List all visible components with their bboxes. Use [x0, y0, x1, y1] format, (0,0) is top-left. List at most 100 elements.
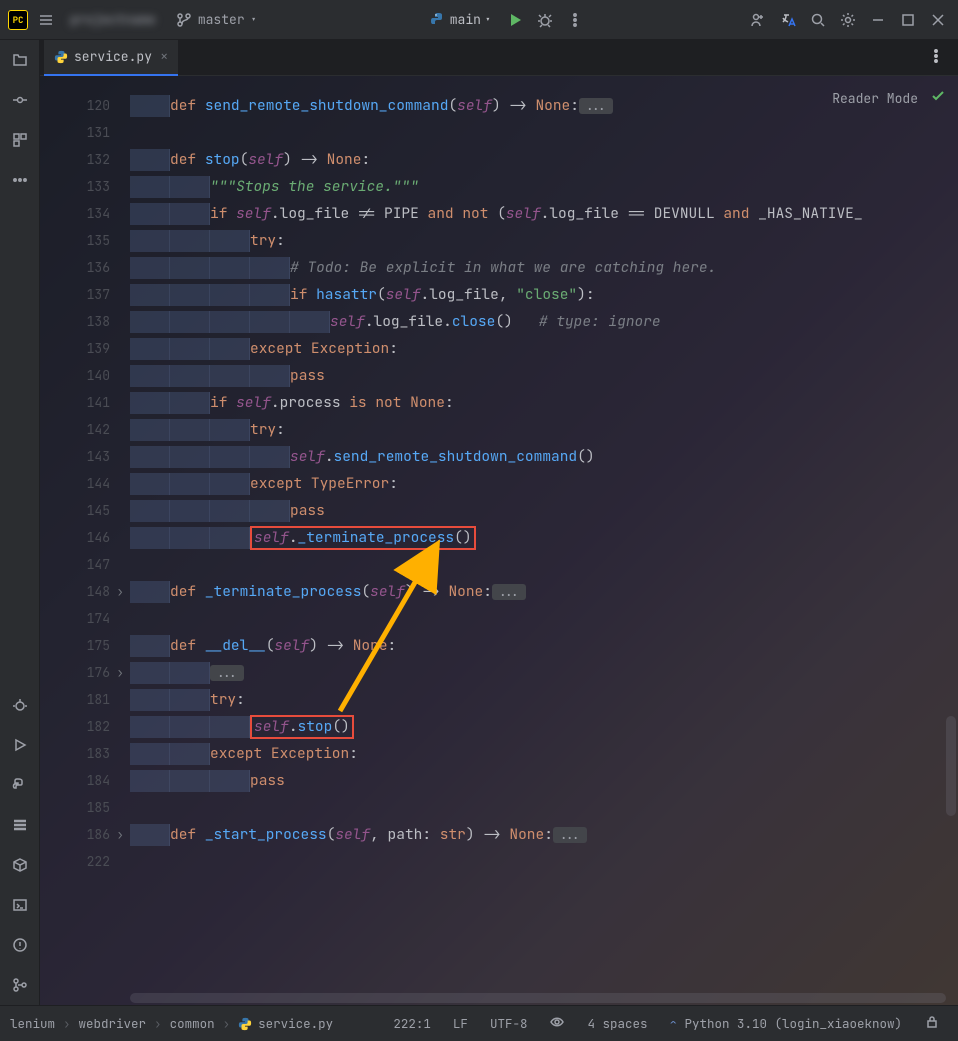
code-line: try:: [130, 686, 946, 713]
line-number: 146: [40, 524, 110, 551]
horizontal-scrollbar[interactable]: [130, 993, 946, 1003]
line-number: 145: [40, 497, 110, 524]
code-line: [130, 605, 946, 632]
fold-marker[interactable]: ...: [579, 98, 613, 114]
code-line: ...: [130, 659, 946, 686]
line-number: 184: [40, 767, 110, 794]
status-bar: lenium› webdriver› common› service.py 22…: [0, 1005, 958, 1041]
code-line: pass: [130, 362, 946, 389]
branch-name: master: [198, 11, 245, 28]
project-name[interactable]: projectname: [64, 11, 162, 28]
editor-tab-bar: service.py ×: [40, 40, 958, 76]
line-number: 134: [40, 200, 110, 227]
line-number: 182: [40, 713, 110, 740]
status-encoding[interactable]: UTF-8: [482, 1015, 536, 1032]
run-config-name: main: [450, 11, 481, 28]
status-caret-position[interactable]: 222:1: [385, 1015, 439, 1032]
more-tool-icon[interactable]: [4, 164, 36, 196]
line-number: 138: [40, 308, 110, 335]
code-line: def _terminate_process(self) -> None:...: [130, 578, 946, 605]
code-line: try:: [130, 227, 946, 254]
code-line: if self.process is not None:: [130, 389, 946, 416]
line-gutter: 120 131 132 133 134 135 136 137 138 139 …: [40, 76, 130, 1005]
fold-marker[interactable]: ...: [553, 827, 587, 843]
problems-tool-icon[interactable]: [4, 929, 36, 961]
run-button[interactable]: [503, 8, 527, 32]
code-line: [130, 794, 946, 821]
code-with-me-icon[interactable]: [746, 8, 770, 32]
left-tool-strip: [0, 40, 40, 1005]
code-line: except Exception:: [130, 335, 946, 362]
fold-marker[interactable]: ...: [492, 584, 526, 600]
line-number: 132: [40, 146, 110, 173]
more-icon[interactable]: [563, 8, 587, 32]
line-number: 141: [40, 389, 110, 416]
python-packages-icon[interactable]: [4, 849, 36, 881]
breadcrumb[interactable]: lenium› webdriver› common› service.py: [10, 1015, 333, 1032]
chevron-down-icon: ▾: [251, 13, 257, 26]
code-line: pass: [130, 767, 946, 794]
code-line: if hasattr(self.log_file, "close"):: [130, 281, 946, 308]
python-console-icon[interactable]: [4, 769, 36, 801]
settings-icon[interactable]: [836, 8, 860, 32]
line-number: 147: [40, 551, 110, 578]
run-configuration[interactable]: main ▾: [424, 11, 497, 28]
debug-button[interactable]: [533, 8, 557, 32]
run-tool-icon[interactable]: [4, 729, 36, 761]
line-number: 142: [40, 416, 110, 443]
minimize-button[interactable]: [866, 8, 890, 32]
structure-tool-icon[interactable]: [4, 124, 36, 156]
code-line: self.log_file.close() # type: ignore: [130, 308, 946, 335]
commit-tool-icon[interactable]: [4, 84, 36, 116]
code-line: # Todo: Be explicit in what we are catch…: [130, 254, 946, 281]
line-number[interactable]: 148: [40, 578, 110, 605]
debug-tool-icon[interactable]: [4, 689, 36, 721]
code-editor[interactable]: Reader Mode 120 131 132 133 134 135 136 …: [40, 76, 958, 1005]
vcs-branch-widget[interactable]: master ▾: [168, 11, 265, 28]
code-line: except TypeError:: [130, 470, 946, 497]
status-readonly-icon[interactable]: [541, 1014, 573, 1034]
vertical-scrollbar[interactable]: [946, 716, 956, 816]
code-content[interactable]: def send_remote_shutdown_command(self) -…: [130, 76, 946, 1005]
status-indent[interactable]: 4 spaces: [579, 1015, 655, 1032]
code-line: def stop(self) -> None:: [130, 146, 946, 173]
highlight-box: self.stop(): [250, 715, 354, 739]
hamburger-icon[interactable]: [34, 8, 58, 32]
maximize-button[interactable]: [896, 8, 920, 32]
status-line-ending[interactable]: LF: [445, 1015, 476, 1032]
project-tool-icon[interactable]: [4, 44, 36, 76]
editor-tab-service[interactable]: service.py ×: [44, 40, 178, 76]
line-number: 133: [40, 173, 110, 200]
title-bar: PC projectname master ▾ main ▾: [0, 0, 958, 40]
terminal-tool-icon[interactable]: [4, 889, 36, 921]
services-tool-icon[interactable]: [4, 809, 36, 841]
line-number[interactable]: 186: [40, 821, 110, 848]
code-line: self.send_remote_shutdown_command(): [130, 443, 946, 470]
code-line: [130, 848, 946, 875]
reader-mode-label[interactable]: Reader Mode: [832, 90, 918, 107]
inspection-ok-icon[interactable]: [930, 88, 946, 108]
git-tool-icon[interactable]: [4, 969, 36, 1001]
line-number: 181: [40, 686, 110, 713]
code-line: except Exception:: [130, 740, 946, 767]
branch-icon: [176, 12, 192, 28]
status-interpreter[interactable]: ⌃ Python 3.10 (login_xiaoeknow): [661, 1015, 910, 1032]
line-number: 174: [40, 605, 110, 632]
close-button[interactable]: [926, 8, 950, 32]
translate-icon[interactable]: [776, 8, 800, 32]
pycharm-logo: PC: [8, 10, 28, 30]
highlight-box: self._terminate_process(): [250, 526, 476, 550]
python-file-icon: [54, 50, 68, 64]
line-number: 137: [40, 281, 110, 308]
tab-close-icon[interactable]: ×: [160, 48, 168, 66]
code-line: def send_remote_shutdown_command(self) -…: [130, 92, 946, 119]
search-icon[interactable]: [806, 8, 830, 32]
tab-more-icon[interactable]: [928, 48, 954, 68]
fold-marker[interactable]: ...: [210, 665, 244, 681]
line-number[interactable]: 176: [40, 659, 110, 686]
code-line: pass: [130, 497, 946, 524]
code-line: """Stops the service.""": [130, 173, 946, 200]
line-number: 139: [40, 335, 110, 362]
status-lock-icon[interactable]: [916, 1014, 948, 1034]
line-number: 222: [40, 848, 110, 875]
